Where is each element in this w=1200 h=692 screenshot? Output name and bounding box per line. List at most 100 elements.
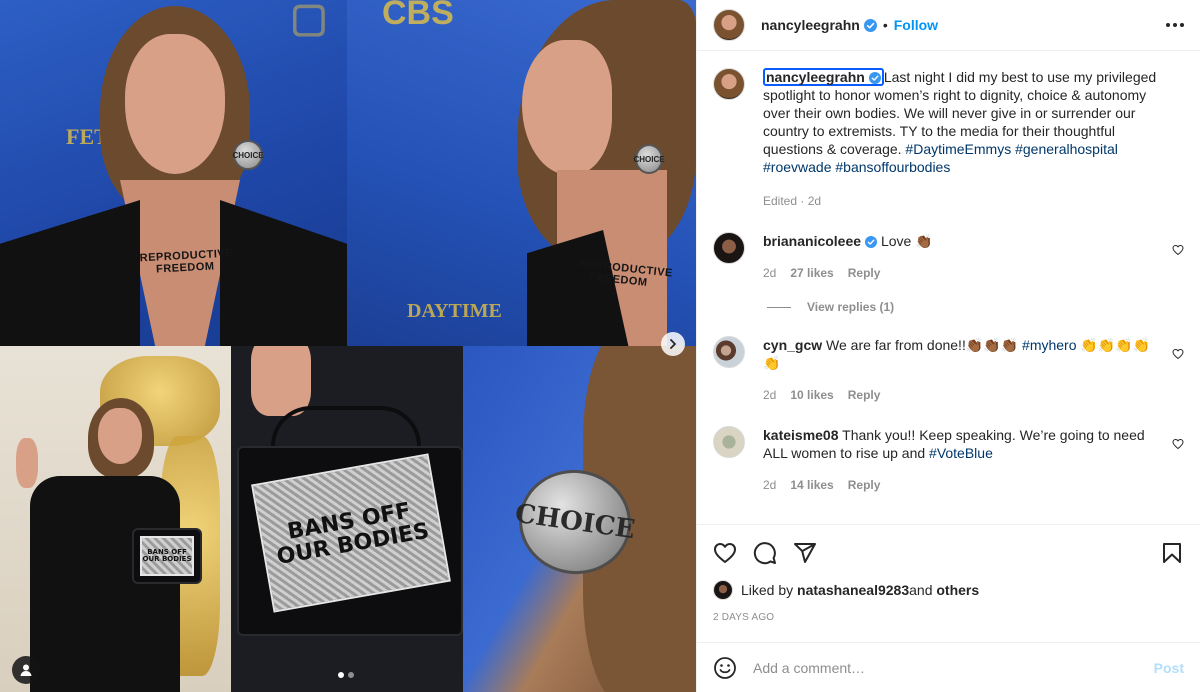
caption-username-text: nancyleegrahn [766,69,865,85]
comment: kateisme08 Thank you!! Keep speaking. We… [713,426,1184,494]
more-dot [1166,23,1170,27]
reply-button[interactable]: Reply [848,476,881,494]
jacket-left [0,200,140,346]
like-button[interactable] [709,537,741,569]
chest-writing: REPRODUCTIVE FREEDOM [139,247,233,277]
comment-text-block: briananicoleee Love 👏🏾 [763,232,1156,250]
photo-earring-closeup: CHOICE [463,346,696,692]
earring: CHOICE [633,144,665,174]
bag-text: BANS OFF OUR BODIES [275,498,431,571]
follow-button[interactable]: Follow [894,17,938,33]
comment-meta: 2d 10 likes Reply [763,386,1156,404]
reply-button[interactable]: Reply [848,386,881,404]
chevron-right-icon [670,339,676,349]
hashtag-link[interactable]: #bansoffourbodies [835,159,950,175]
hashtag-link[interactable]: #myhero [1022,337,1076,353]
comment-body: cyn_gcw We are far from done!!👏🏾👏🏾👏🏾 #my… [763,336,1184,404]
tagged-users-button[interactable] [12,656,40,684]
clutch-bag: BANS OFF OUR BODIES [237,446,463,636]
next-slide-button[interactable] [661,332,685,356]
photo-red-carpet-front: ▢ FET REPRODUCTIVE FREEDOM CHOICE [0,0,347,346]
raised-hand [16,438,38,488]
comment-meta: 2d 27 likes Reply [763,264,1156,282]
earring-text: CHOICE [232,150,264,160]
more-dot [1173,23,1177,27]
face [125,34,225,174]
post-date: 2 days ago [713,612,775,623]
caption-text-block: nancyleegrahn Last night I did my best to… [763,68,1160,176]
arm [251,346,311,416]
comment-text-block: cyn_gcw We are far from done!!👏🏾👏🏾👏🏾 #my… [763,336,1156,372]
hashtag-link[interactable]: #VoteBlue [929,445,993,461]
reply-button[interactable]: Reply [848,264,881,282]
post-comment-button[interactable]: Post [1154,660,1184,676]
author-avatar[interactable] [713,68,745,100]
post-side-panel: nancyleegrahn • Follow nancyleegrahn Last… [696,0,1200,692]
like-comment-heart-icon[interactable] [1172,438,1184,450]
user-tag-icon [20,664,32,676]
post-action-bar [697,524,1200,580]
commenter-username[interactable]: briananicoleee [763,233,861,249]
comment-time: 2d [763,266,777,280]
face-profile [522,40,612,175]
author-username[interactable]: nancyleegrahn [761,17,860,33]
replies-line [767,306,791,308]
comment-likes[interactable]: 27 likes [790,264,833,282]
photo-with-emmy-statue: BANS OFF OUR BODIES [0,346,231,692]
backdrop-lower-text: DAYTIME [407,300,502,322]
earring: CHOICE [232,140,264,170]
clutch-bag: BANS OFF OUR BODIES [132,528,202,584]
share-button[interactable] [789,537,821,569]
verified-badge-icon [865,236,878,248]
carousel-dot [348,672,354,678]
view-replies-button[interactable]: View replies (1) [767,300,1184,314]
edited-timestamp: Edited · 2d [763,194,822,208]
caption-username[interactable]: nancyleegrahn [763,68,884,86]
comments-scroll-area[interactable]: nancyleegrahn Last night I did my best to… [697,52,1200,524]
hashtag-link[interactable]: #DaytimeEmmys [905,141,1011,157]
comment-input[interactable] [753,659,1154,676]
save-button[interactable] [1156,537,1188,569]
jacket-right [220,200,347,346]
more-dot [1180,23,1184,27]
caption-meta: Edited · 2d [763,192,1160,210]
likes-others-link[interactable]: others [936,582,979,598]
like-comment-heart-icon[interactable] [1172,244,1184,256]
liker-avatar[interactable] [713,580,733,600]
comment-button[interactable] [749,537,781,569]
emoji-icon[interactable] [713,656,737,680]
commenter-username[interactable]: kateisme08 [763,427,839,443]
more-options-button[interactable] [1166,23,1184,27]
backdrop-logo: ▢ [290,0,328,40]
liker-username[interactable]: natashaneal9283 [797,582,909,598]
add-comment-bar: Post [697,642,1200,692]
comment-meta: 2d 14 likes Reply [763,476,1156,494]
comment-time: 2d [763,478,777,492]
bag-panel: BANS OFF OUR BODIES [251,453,451,613]
comment-likes[interactable]: 10 likes [790,386,833,404]
commenter-avatar[interactable] [713,336,745,368]
commenter-username[interactable]: cyn_gcw [763,337,822,353]
commenter-avatar[interactable] [713,426,745,458]
hashtag-link[interactable]: #roevwade [763,159,832,175]
like-comment-heart-icon[interactable] [1172,348,1184,360]
comment-time: 2d [763,388,777,402]
photo-red-carpet-profile: CBS DAYTIME REPRODUCTIVE FREEDOM CHOICE [347,0,696,346]
comment-bubble-icon [753,541,776,564]
heart-icon [714,542,736,563]
liked-by-prefix: Liked by [741,582,794,598]
comment-body: briananicoleee Love 👏🏾 2d 27 likes Reply [763,232,1184,282]
comment-likes[interactable]: 14 likes [790,476,833,494]
separator-dot: • [882,17,888,33]
earring-text: CHOICE [633,154,665,164]
liked-by-summary: Liked by natashaneal9283 and others [713,580,1184,600]
caption: nancyleegrahn Last night I did my best to… [713,68,1184,210]
view-replies-label: View replies (1) [807,300,895,314]
author-avatar[interactable] [713,9,745,41]
hashtag-link[interactable]: #generalhospital [1015,141,1118,157]
commenter-avatar[interactable] [713,232,745,264]
comment: cyn_gcw We are far from done!!👏🏾👏🏾👏🏾 #my… [713,336,1184,404]
verified-badge-icon [868,72,881,84]
earring-text: CHOICE [513,498,637,546]
backdrop-logo-text: CBS [382,0,454,32]
